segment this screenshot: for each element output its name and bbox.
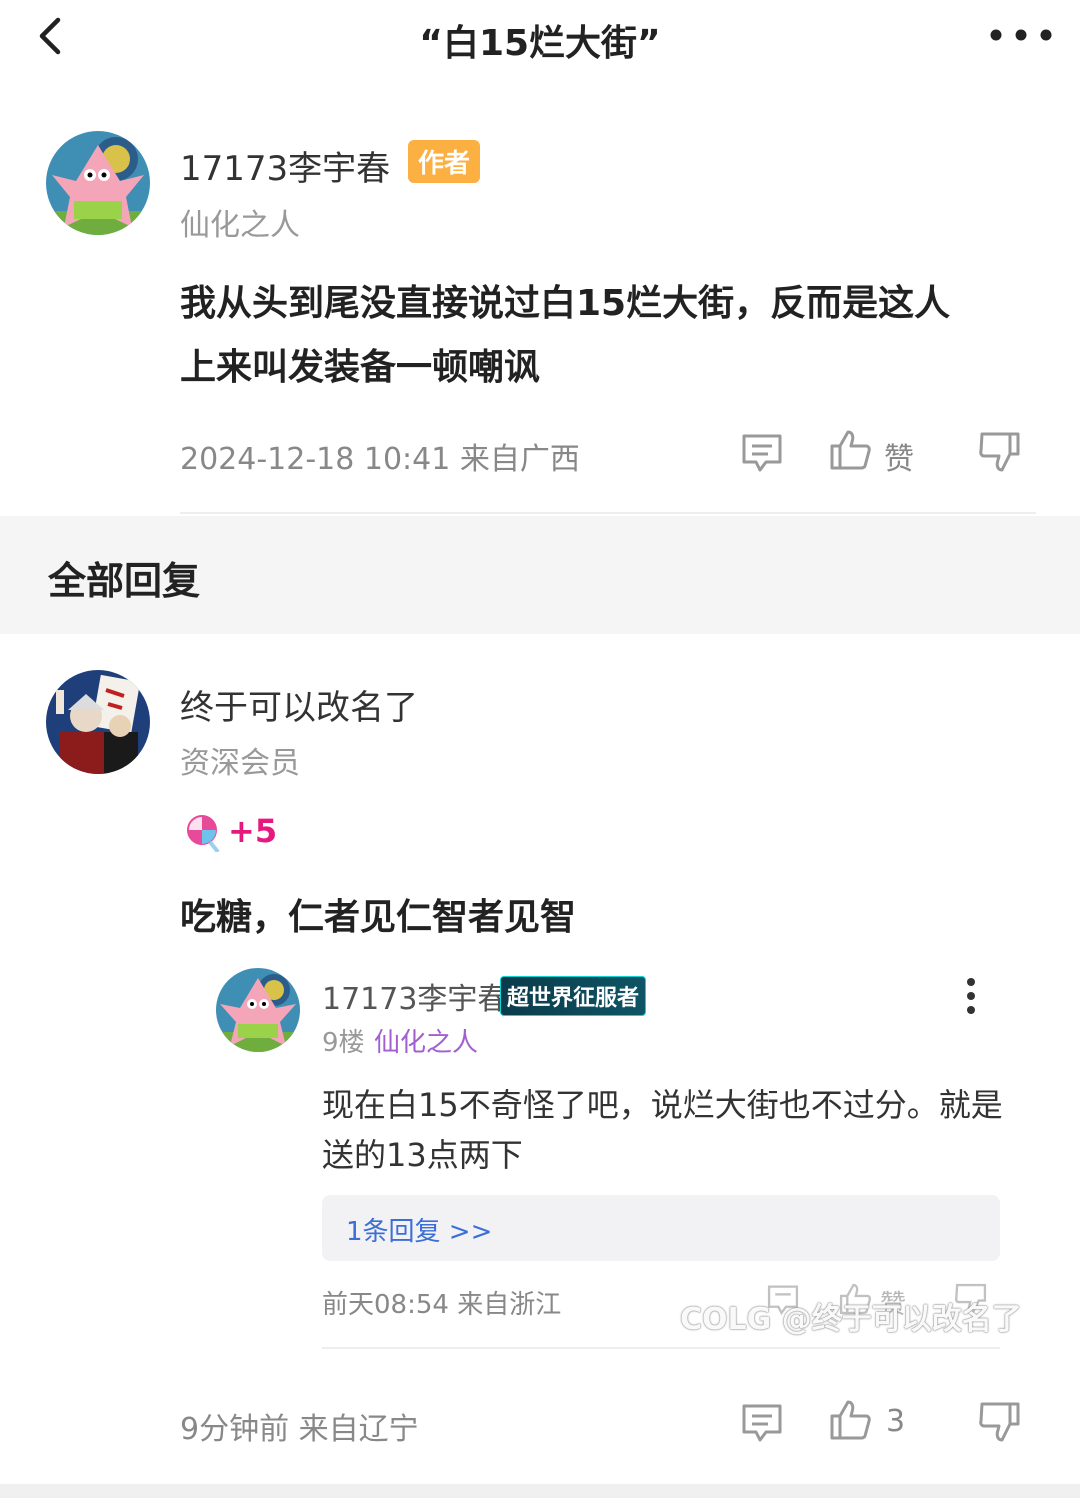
reply-content: 吃糖，仁者见仁智者见智 xyxy=(180,897,577,938)
reply-author-rank: 资深会员 xyxy=(180,746,300,781)
top-bar: “白15烂大街” xyxy=(0,0,1080,72)
nested-content-line: 现在白15不奇怪了吧，说烂大街也不过分。就是 xyxy=(322,1086,1003,1124)
all-replies-title: 全部回复 xyxy=(48,559,201,603)
reply-like-icon[interactable] xyxy=(828,1398,872,1446)
candy-count: +5 xyxy=(228,812,278,850)
comment-icon[interactable] xyxy=(740,430,784,478)
nested-timestamp: 前天08:54 来自浙江 xyxy=(322,1290,562,1320)
reply-author-name[interactable]: 终于可以改名了 xyxy=(180,680,418,729)
nested-author-name[interactable]: 17173李宇春 xyxy=(322,974,507,1018)
watermark: COLG @终于可以改名了 xyxy=(680,1302,1022,1337)
title-badge: 超世界征服者 xyxy=(500,976,647,1016)
nested-content-line: 送的13点两下 xyxy=(322,1136,523,1174)
post-content: 我从头到尾没直接说过白15烂大街，反而是这人 上来叫发装备一顿嘲讽 xyxy=(180,272,1040,400)
candy-icon xyxy=(186,812,222,856)
reply-dislike-icon[interactable] xyxy=(978,1400,1022,1448)
like-icon[interactable] xyxy=(828,428,872,476)
floor-number: 9楼 xyxy=(322,1028,365,1058)
more-options-icon[interactable] xyxy=(986,18,1056,52)
author-avatar[interactable] xyxy=(46,131,150,235)
nested-more-icon[interactable] xyxy=(956,976,986,1020)
reply-like-count: 3 xyxy=(886,1404,906,1439)
reply-comment-icon[interactable] xyxy=(740,1400,784,1448)
divider xyxy=(322,1347,1000,1349)
reply-author-avatar[interactable] xyxy=(46,670,150,774)
post-content-line: 上来叫发装备一顿嘲讽 xyxy=(180,347,541,388)
author-badge: 作者 xyxy=(408,140,481,183)
page-title: “白15烂大街” xyxy=(419,23,661,64)
bottom-band xyxy=(0,1484,1080,1498)
reply-timestamp: 9分钟前 来自辽宁 xyxy=(180,1412,419,1447)
nested-author-rank: 仙化之人 xyxy=(374,1028,479,1058)
sub-replies-box[interactable]: 1条回复 >> xyxy=(322,1195,1000,1261)
dislike-icon[interactable] xyxy=(978,430,1022,478)
nested-content: 现在白15不奇怪了吧，说烂大街也不过分。就是 送的13点两下 xyxy=(322,1080,1022,1180)
divider xyxy=(180,512,1036,514)
post-content-line: 我从头到尾没直接说过白15烂大街，反而是这人 xyxy=(180,283,951,324)
view-replies-link[interactable]: 1条回复 >> xyxy=(346,1211,492,1248)
nested-author-avatar[interactable] xyxy=(216,968,300,1052)
like-label[interactable]: 赞 xyxy=(884,434,914,478)
post-timestamp: 2024-12-18 10:41 来自广西 xyxy=(180,442,580,477)
author-name[interactable]: 17173李宇春 xyxy=(180,141,390,190)
author-rank: 仙化之人 xyxy=(180,208,300,243)
